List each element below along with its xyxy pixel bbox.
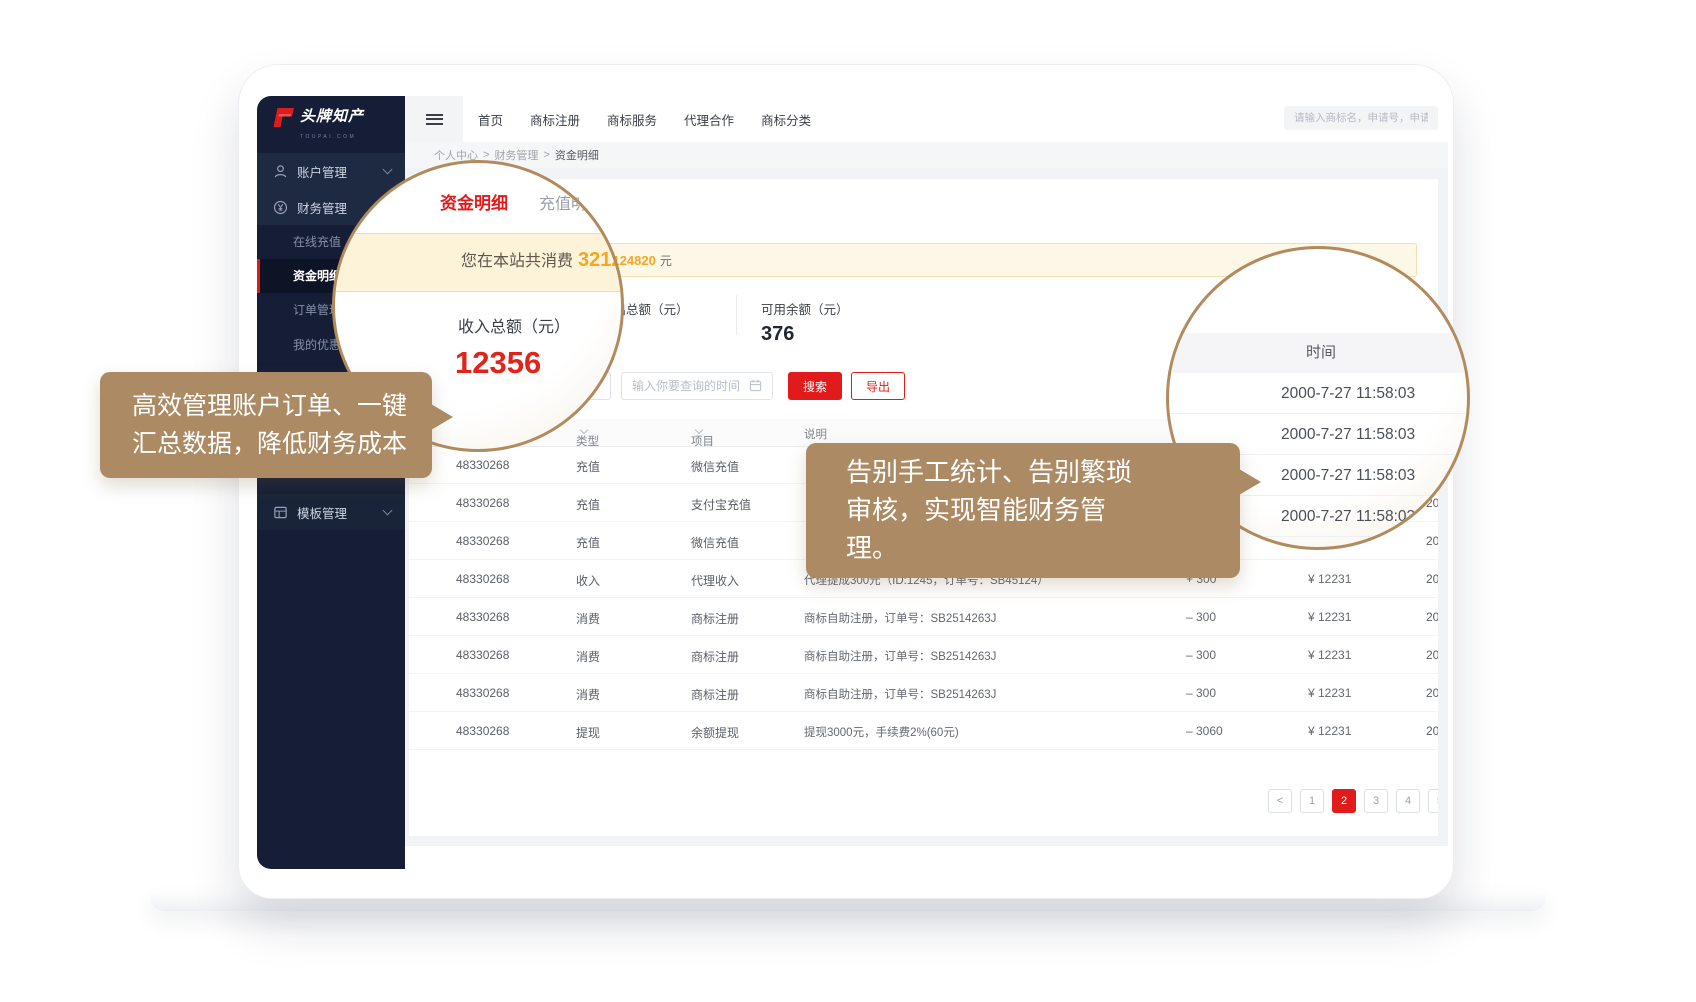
brand-name: 头牌知产 TOUPAI.COM [300, 108, 364, 146]
stat-divider [736, 295, 737, 335]
pagination-prev-button[interactable]: < [1268, 789, 1292, 813]
brand-tagline: TOUPAI.COM [300, 128, 364, 146]
nav-item-trademark-register[interactable]: 商标注册 [530, 110, 580, 129]
pagination-page-2[interactable]: 2 [1332, 789, 1356, 813]
sidebar-group-label: 模板管理 [297, 503, 347, 522]
table-row: 48330268 消费 商标注册 商标自助注册，订单号：SB2514263J –… [409, 598, 1438, 636]
breadcrumb: 个人中心 > 财务管理 > 资金明细 [405, 142, 1448, 168]
pagination-page-4[interactable]: 4 [1396, 789, 1420, 813]
search-button[interactable]: 搜索 [788, 372, 842, 400]
pagination-page-5[interactable]: 5 [1428, 789, 1438, 813]
header-desc: 说明 [804, 426, 827, 442]
callout-right: 告别手工统计、告别繁琐 审核，实现智能财务管 理。 [806, 443, 1240, 578]
pagination-page-1[interactable]: 1 [1300, 789, 1324, 813]
magnified-time-cell: 2000-7-27 11:58:03 [1169, 373, 1470, 414]
breadcrumb-item[interactable]: 财务管理 [494, 147, 538, 163]
user-icon [273, 164, 288, 179]
pagination: < 1 2 3 4 5 [1268, 789, 1438, 813]
nav-item-agency[interactable]: 代理合作 [684, 110, 734, 129]
template-icon [273, 505, 288, 520]
page: 头牌知产 TOUPAI.COM 账户管理 财务管理 在线充值 [0, 0, 1696, 1002]
date-input[interactable] [621, 372, 773, 400]
table-row: 48330268 消费 商标注册 商标自助注册，订单号：SB2514263J –… [409, 636, 1438, 674]
magnified-stat-label: 收入总额（元） [458, 313, 570, 337]
table-row: 48330268 提现 余额提现 提现3000元，手续费2%(60元) – 30… [409, 712, 1438, 750]
finance-icon [273, 200, 288, 215]
top-navbar: 首页 商标注册 商标服务 代理合作 商标分类 [405, 96, 1448, 142]
magnified-tab: 资金明细 [440, 189, 508, 214]
header-type[interactable]: 类型 [576, 426, 587, 438]
chevron-down-icon [383, 506, 393, 516]
sidebar-group-label: 账户管理 [297, 162, 347, 181]
callout-arrow-icon [1239, 469, 1261, 495]
table-row: 48330268 消费 商标注册 商标自助注册，订单号：SB2514263J –… [409, 674, 1438, 712]
pagination-page-3[interactable]: 3 [1364, 789, 1388, 813]
brand-logo[interactable]: 头牌知产 TOUPAI.COM [271, 108, 364, 146]
magnified-tab2: 充值明细 [539, 190, 603, 214]
nav-menu: 首页 商标注册 商标服务 代理合作 商标分类 [478, 96, 811, 142]
hamburger-icon [426, 111, 443, 127]
callout-arrow-icon [431, 404, 453, 430]
magnified-banner-text: 您在本站共消费32124820 [461, 247, 624, 272]
nav-item-trademark-service[interactable]: 商标服务 [607, 110, 657, 129]
callout-left: 高效管理账户订单、一键 汇总数据，降低财务成本 [100, 372, 432, 478]
magnified-time-header: 时间 [1169, 333, 1470, 373]
menu-toggle-button[interactable] [405, 96, 463, 142]
header-project[interactable]: 项目 [691, 426, 702, 438]
sidebar-group-label: 财务管理 [297, 198, 347, 217]
search-input[interactable] [1284, 106, 1438, 130]
nav-item-trademark-category[interactable]: 商标分类 [761, 110, 811, 129]
magnified-stat-value: 12356 [455, 345, 541, 381]
breadcrumb-current: 资金明细 [555, 147, 599, 163]
active-indicator-bar [257, 259, 260, 293]
brand-logo-icon [271, 108, 295, 127]
stat-balance: 可用余额（元） 376 [761, 299, 849, 346]
sidebar-group-template[interactable]: 模板管理 [257, 494, 405, 530]
sidebar-group-account[interactable]: 账户管理 [257, 153, 405, 189]
export-button[interactable]: 导出 [851, 372, 905, 400]
nav-item-home[interactable]: 首页 [478, 110, 503, 129]
chevron-down-icon [383, 165, 393, 175]
